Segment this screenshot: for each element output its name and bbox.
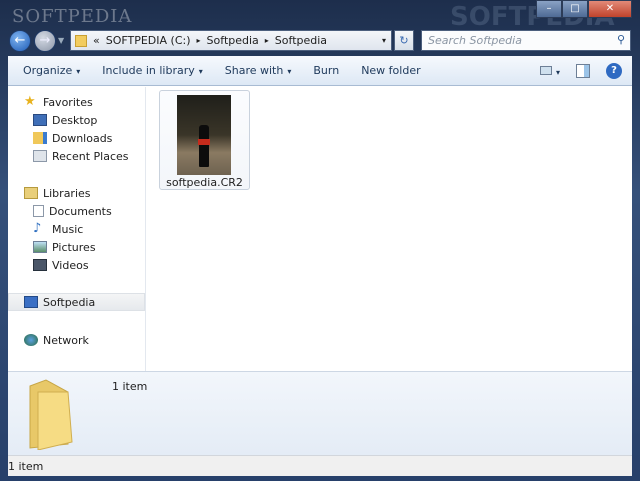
sidebar-item-computer[interactable]: Softpedia [8, 293, 145, 311]
details-pane: 1 item [8, 371, 632, 455]
desktop-icon [33, 114, 47, 126]
address-dropdown-icon[interactable]: ▾ [377, 36, 391, 45]
videos-icon [33, 259, 47, 271]
search-input[interactable]: Search Softpedia ⚲ [421, 30, 631, 51]
downloads-icon [33, 132, 47, 144]
file-item[interactable]: softpedia.CR2 [159, 90, 250, 190]
maximize-button[interactable]: □ [562, 0, 588, 18]
details-item-count: 1 item [112, 380, 148, 393]
change-view-button[interactable]: ▾ [540, 65, 560, 78]
network-icon [24, 334, 38, 346]
search-placeholder: Search Softpedia [428, 34, 522, 47]
status-bar: 1 item [8, 455, 632, 476]
address-overflow[interactable]: « [93, 34, 100, 47]
new-folder-button[interactable]: New folder [361, 64, 420, 77]
explorer-window: Organize ▾ Include in library ▾ Share with… [8, 56, 632, 476]
recent-places-icon [33, 150, 47, 162]
computer-icon [24, 296, 38, 308]
folder-icon [75, 34, 87, 47]
breadcrumb-current[interactable]: Softpedia [275, 34, 327, 47]
burn-button[interactable]: Burn [313, 64, 339, 77]
search-icon[interactable]: ⚲ [617, 33, 625, 46]
refresh-button[interactable]: ↻ [394, 30, 414, 51]
music-icon: ♪ [33, 221, 42, 236]
softpedia-watermark: SOFTPEDIA [12, 6, 133, 27]
breadcrumb-folder[interactable]: Softpedia [207, 34, 259, 47]
status-item-count: 1 item [8, 460, 44, 473]
recent-pages-dropdown[interactable]: ▼ [58, 36, 64, 45]
address-bar[interactable]: « SOFTPEDIA (C:) ▸ Softpedia ▸ Softpedia… [70, 30, 392, 51]
command-bar: Organize ▾ Include in library ▾ Share with… [8, 56, 632, 86]
breadcrumb-separator-icon[interactable]: ▸ [197, 36, 201, 45]
minimize-button[interactable]: – [536, 0, 562, 18]
view-icon [540, 65, 553, 75]
bottle-image [199, 125, 209, 167]
breadcrumb-separator-icon[interactable]: ▸ [265, 36, 269, 45]
breadcrumb-drive[interactable]: SOFTPEDIA (C:) [106, 34, 191, 47]
file-list: softpedia.CR2 [147, 87, 632, 371]
folder-icon [29, 379, 73, 450]
image-thumbnail [177, 95, 231, 175]
share-with-button[interactable]: Share with ▾ [225, 64, 292, 77]
back-button[interactable]: ← [9, 30, 31, 52]
documents-icon [33, 205, 44, 217]
sidebar-item-network[interactable]: Network [24, 331, 161, 349]
include-in-library-button[interactable]: Include in library ▾ [102, 64, 202, 77]
file-name: softpedia.CR2 [166, 176, 243, 189]
close-button[interactable]: ✕ [588, 0, 632, 18]
organize-button[interactable]: Organize ▾ [23, 64, 80, 77]
pictures-icon [33, 241, 47, 253]
libraries-icon [24, 187, 38, 199]
help-button[interactable]: ? [606, 63, 622, 79]
sidebar-item-libraries[interactable]: Libraries [24, 184, 161, 202]
star-icon: ★ [24, 94, 36, 109]
window-frame: SOFTPEDIA SOFTPEDIA – □ ✕ ← → ▼ « SOFTPE… [0, 0, 640, 481]
preview-pane-button[interactable] [576, 64, 590, 78]
navigation-pane: ★ Favorites Desktop Downloads Recent Plac… [8, 87, 146, 371]
forward-button[interactable]: → [34, 30, 56, 52]
sidebar-item-favorites[interactable]: ★ Favorites [24, 93, 161, 111]
